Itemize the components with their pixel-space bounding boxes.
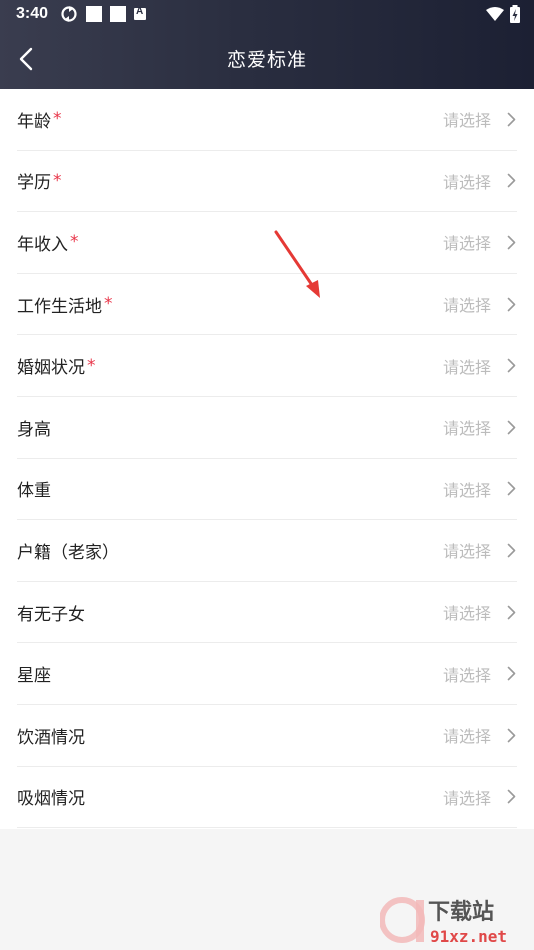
list-item-location[interactable]: 工作生活地 * 请选择 [17, 274, 517, 336]
required-mark: * [87, 355, 96, 376]
header: 恋爱标准 [0, 28, 534, 89]
item-value: 请选择 [442, 296, 491, 316]
item-value: 请选择 [442, 542, 491, 562]
item-label: 吸烟情况 [17, 789, 85, 810]
list-item-income[interactable]: 年收入 * 请选择 [17, 212, 517, 274]
chevron-right-icon [507, 234, 517, 250]
item-label: 有无子女 [17, 604, 85, 625]
chevron-right-icon [507, 789, 517, 805]
chevron-right-icon [507, 542, 517, 558]
chevron-right-icon [507, 111, 517, 127]
list-item-smoking[interactable]: 吸烟情况 请选择 [17, 767, 517, 829]
back-button[interactable] [14, 44, 38, 74]
wifi-icon [486, 7, 504, 21]
watermark-url-text: 91xz.net [430, 927, 507, 946]
item-label: 学历 [17, 173, 51, 194]
item-label: 婚姻状况 [17, 358, 85, 379]
page-title: 恋爱标准 [226, 49, 307, 71]
item-value: 请选择 [442, 480, 491, 500]
watermark-logo: 下载站 91xz.net [380, 897, 507, 946]
required-mark: * [104, 294, 113, 315]
notification-icons [60, 5, 147, 23]
chevron-left-icon [19, 47, 33, 71]
item-value: 请选择 [442, 357, 491, 377]
notification-square-icon [110, 6, 127, 22]
status-time: 3:40 [16, 5, 49, 22]
chevron-right-icon [507, 604, 517, 620]
list-item-age[interactable]: 年龄 * 请选择 [17, 89, 517, 151]
list-item-zodiac[interactable]: 星座 请选择 [17, 643, 517, 705]
criteria-list: 年龄 * 请选择 学历 * 请选择 年收入 * 请选择 工作生活地 * 请选择 … [0, 89, 534, 829]
item-value: 请选择 [442, 419, 491, 439]
top-bar: 3:40 恋爱标准 [0, 0, 534, 89]
chevron-right-icon [507, 666, 517, 682]
watermark-cn-text: 下载站 [428, 899, 494, 925]
item-label: 身高 [17, 419, 51, 440]
required-mark: * [70, 232, 79, 253]
list-item-education[interactable]: 学历 * 请选择 [17, 151, 517, 213]
chevron-right-icon [507, 358, 517, 374]
item-label: 年收入 [17, 234, 68, 255]
item-label: 工作生活地 [17, 296, 102, 317]
annotation-arrow-icon [274, 230, 320, 298]
item-value: 请选择 [442, 111, 491, 131]
item-label: 年龄 [17, 111, 51, 132]
list-item-drinking[interactable]: 饮酒情况 请选择 [17, 705, 517, 767]
item-value: 请选择 [442, 604, 491, 624]
font-a-icon [134, 6, 147, 20]
notification-square-icon [86, 6, 103, 22]
list-item-marital-status[interactable]: 婚姻状况 * 请选择 [17, 335, 517, 397]
item-value: 请选择 [442, 665, 491, 685]
chevron-right-icon [507, 173, 517, 189]
list-item-height[interactable]: 身高 请选择 [17, 397, 517, 459]
item-label: 星座 [17, 666, 51, 687]
item-value: 请选择 [442, 727, 491, 747]
item-label: 饮酒情况 [17, 727, 85, 748]
chevron-right-icon [507, 727, 517, 743]
chevron-right-icon [507, 481, 517, 497]
system-icons [486, 5, 520, 23]
item-value: 请选择 [442, 234, 491, 254]
list-item-weight[interactable]: 体重 请选择 [17, 459, 517, 521]
item-label: 户籍（老家） [17, 542, 119, 563]
item-label: 体重 [17, 481, 51, 502]
required-mark: * [53, 170, 62, 191]
chevron-right-icon [507, 419, 517, 435]
sync-icon [61, 6, 77, 22]
chevron-right-icon [507, 296, 517, 312]
list-item-children[interactable]: 有无子女 请选择 [17, 582, 517, 644]
list-item-hometown[interactable]: 户籍（老家） 请选择 [17, 520, 517, 582]
battery-charging-icon [510, 5, 520, 23]
item-value: 请选择 [442, 172, 491, 192]
status-bar: 3:40 [0, 0, 534, 28]
item-value: 请选择 [442, 788, 491, 808]
required-mark: * [53, 109, 62, 130]
